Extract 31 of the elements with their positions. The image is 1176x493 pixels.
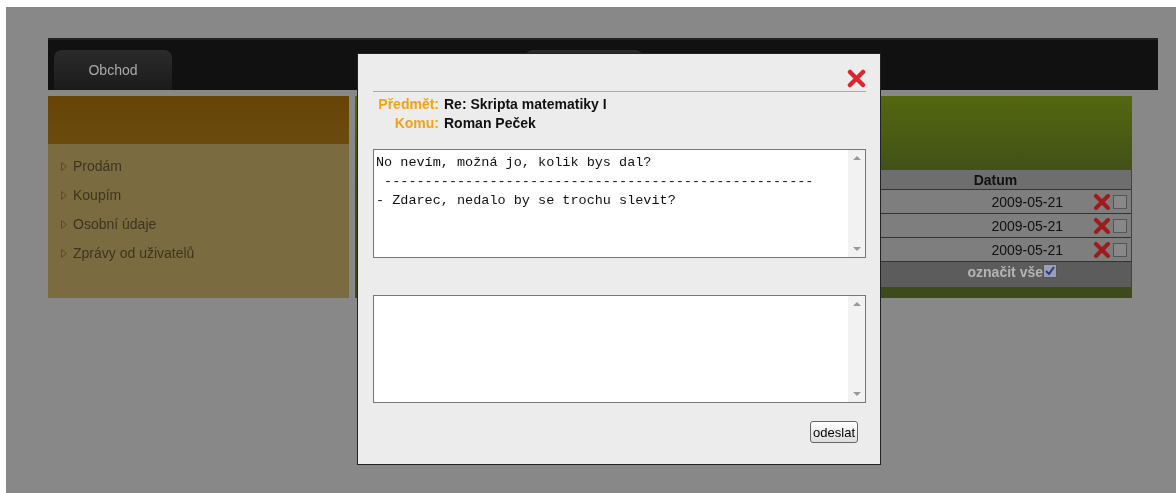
recipient-label: Komu: [394, 115, 439, 131]
select-all-label: označit vše [967, 264, 1043, 280]
subject-label: Předmět: [378, 96, 439, 112]
delete-icon[interactable] [1093, 217, 1111, 234]
close-icon[interactable] [847, 69, 866, 88]
triangle-right-icon [61, 190, 67, 200]
row-checkbox[interactable] [1113, 218, 1127, 233]
select-all-checkbox[interactable] [1043, 264, 1057, 278]
sidebar-link[interactable]: Zprávy od uživatelů [73, 245, 195, 261]
column-header: Datum [972, 171, 1019, 188]
sidebar-link[interactable]: Koupím [73, 187, 122, 203]
nav-tab[interactable]: Obchod [54, 50, 172, 90]
delete-icon[interactable] [1093, 193, 1111, 210]
date-cell-text: 2009-05-21 [990, 217, 1063, 234]
message-history-field[interactable]: No nevím, možná jo, kolik bys dal? ----------------------------------------------------- - Zdarec, nedalo by se trochu slevit? [373, 149, 866, 258]
triangle-right-icon [61, 161, 67, 171]
recipient-text: Roman Peček [444, 115, 536, 131]
scrollbar[interactable] [848, 296, 865, 402]
row-checkbox[interactable] [1113, 242, 1127, 257]
triangle-right-icon [61, 248, 67, 258]
delete-icon[interactable] [1093, 241, 1111, 258]
reply-field[interactable] [373, 295, 866, 403]
subject-text: Re: Skripta matematiky I [444, 96, 607, 112]
scrollbar[interactable] [848, 150, 865, 257]
triangle-right-icon [61, 219, 67, 229]
sidebar-link[interactable]: Prodám [73, 158, 123, 174]
send-button[interactable]: odeslat [810, 421, 858, 443]
row-checkbox[interactable] [1113, 194, 1127, 209]
date-cell-text: 2009-05-21 [990, 241, 1063, 258]
date-cell-text: 2009-05-21 [990, 193, 1063, 210]
sidebar-link[interactable]: Osobní údaje [73, 216, 157, 232]
